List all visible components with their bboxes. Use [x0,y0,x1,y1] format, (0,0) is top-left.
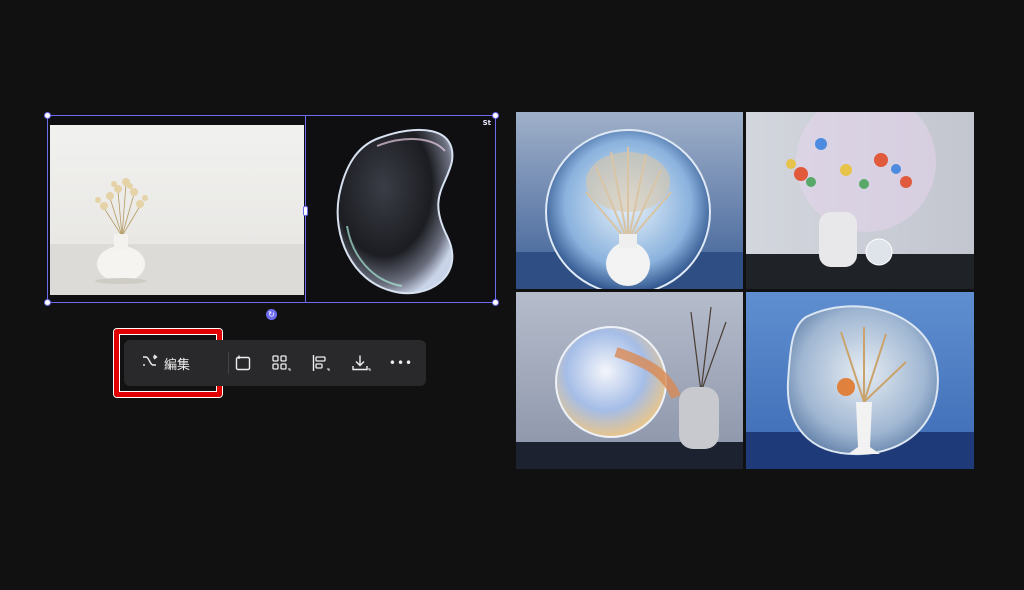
selected-image-group[interactable]: St [44,112,499,306]
resize-handle-top-right[interactable] [492,112,499,119]
download-button[interactable] [346,348,376,378]
vase-photo[interactable] [48,116,306,302]
style-badge: St [482,119,491,127]
more-icon[interactable]: ••• [386,348,416,378]
edit-label: 編集 [164,357,191,373]
generated-images-grid [516,112,974,469]
align-button[interactable] [306,348,336,378]
shuffle-icon [142,354,158,372]
generated-image-4[interactable] [746,292,974,469]
generated-image-1-art [516,112,743,289]
download-icon [351,354,371,372]
resize-icon [234,354,252,372]
resize-handle-bottom-left[interactable] [44,299,51,306]
align-icon [311,354,331,372]
arrange-button[interactable] [266,348,296,378]
bubble-photo-image [336,128,454,295]
grid-layout-icon [271,354,291,372]
generated-image-3-art [516,292,743,469]
generated-image-3[interactable] [516,292,743,469]
rotate-icon[interactable]: ↻ [266,309,277,320]
bubble-photo[interactable] [307,116,495,302]
resize-handle-bottom-right[interactable] [492,299,499,306]
generated-image-4-art [746,292,974,469]
generated-image-2[interactable] [746,112,974,289]
generated-image-1[interactable] [516,112,743,289]
resize-button[interactable] [228,348,258,378]
resize-handle-middle[interactable] [303,206,308,216]
resize-handle-top-left[interactable] [44,112,51,119]
generated-image-2-art [746,112,974,289]
floating-toolbar: 編集 ••• [124,340,426,386]
edit-button[interactable]: 編集 [130,345,222,381]
vase-photo-image [48,116,305,302]
